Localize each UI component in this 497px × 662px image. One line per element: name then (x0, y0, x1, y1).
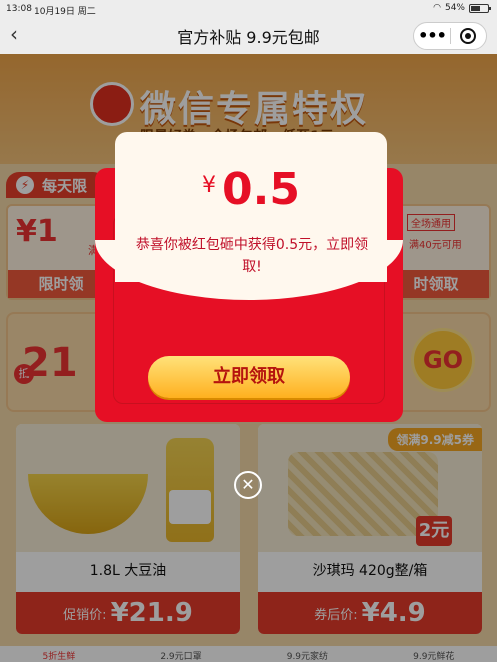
more-menu-button[interactable]: ••• (414, 26, 450, 46)
status-time: 13:08 (6, 4, 32, 14)
battery-percent: 54% (444, 3, 465, 13)
reward-amount: ¥0.5 (115, 164, 387, 215)
reward-value: 0.5 (222, 164, 300, 215)
close-icon[interactable]: ✕ (234, 471, 262, 499)
battery-icon (469, 3, 491, 13)
claim-now-button[interactable]: 立即领取 (148, 356, 350, 398)
close-miniprogram-button[interactable] (451, 28, 486, 44)
wifi-icon: ◠ (433, 3, 441, 13)
nav-bar: ‹ 官方补贴 9.9元包邮 ••• (0, 18, 497, 54)
status-bar: 13:08 10月19日 周二 ◠ 54% (0, 0, 497, 18)
status-right: ◠ 54% (433, 3, 491, 13)
reward-message: 恭喜你被红包砸中获得0.5元，立即领取! (135, 237, 369, 275)
status-date: 10月19日 周二 (34, 7, 96, 17)
target-icon (460, 28, 477, 44)
mini-program-capsule: ••• (413, 22, 487, 50)
currency-symbol: ¥ (202, 173, 217, 198)
